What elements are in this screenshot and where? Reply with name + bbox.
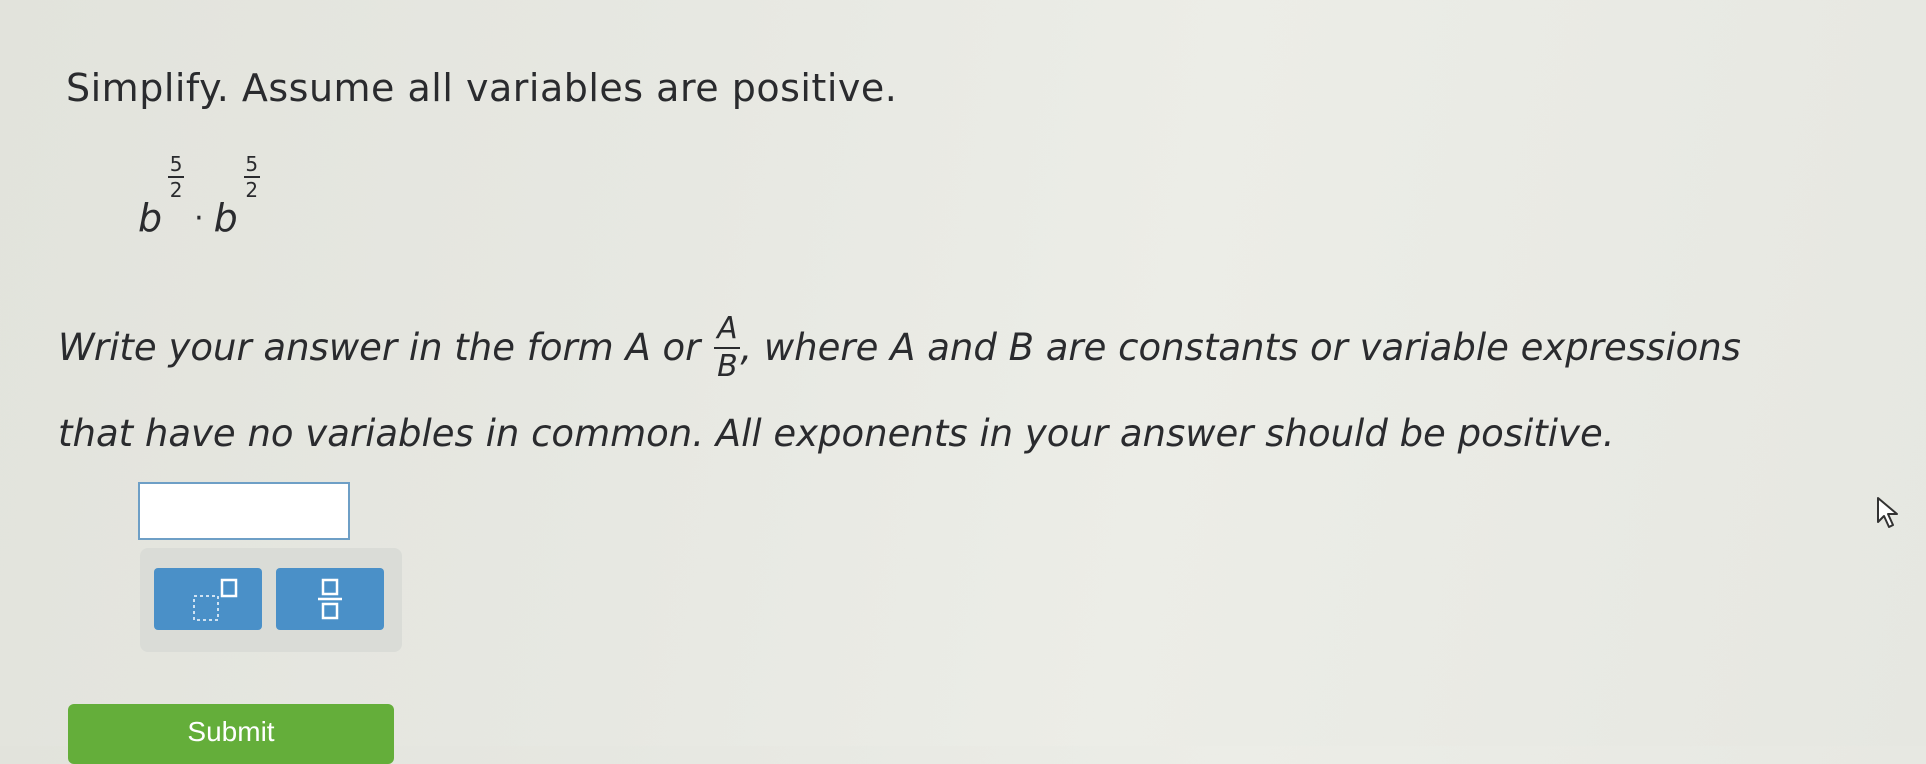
exponent-template-icon <box>193 578 238 621</box>
submit-button[interactable]: Submit <box>68 704 394 764</box>
instructions-text-before: Write your answer in the form A or <box>58 326 701 369</box>
answer-instructions: Write your answer in the form A or A B ,… <box>58 305 1878 477</box>
term-2-exponent: 5 2 <box>243 152 260 202</box>
instructions-text-after: , where A and B are constants or variabl… <box>740 326 1741 369</box>
term-1-exponent-numerator: 5 <box>169 152 183 176</box>
math-expression: b 5 2 · b 5 2 <box>138 150 260 240</box>
mouse-cursor-icon <box>1877 497 1898 528</box>
fraction-button[interactable] <box>276 568 384 630</box>
answer-instructions-line-2: that have no variables in common. All ex… <box>58 412 1615 455</box>
term-2-exponent-denominator: 2 <box>245 178 259 202</box>
expression-term-1: b 5 2 <box>138 144 185 240</box>
term-1-exponent-denominator: 2 <box>169 178 183 202</box>
answer-instructions-line-1: Write your answer in the form A or A B ,… <box>58 305 1878 391</box>
term-1-base: b <box>138 196 163 240</box>
form-fraction-numerator: A <box>717 311 738 346</box>
fraction-template-icon <box>318 578 342 620</box>
question-prompt: Simplify. Assume all variables are posit… <box>66 66 898 110</box>
term-2-exponent-numerator: 5 <box>245 152 259 176</box>
answer-input[interactable] <box>138 482 350 540</box>
multiplication-dot: · <box>194 201 204 236</box>
exponent-button[interactable] <box>154 568 262 630</box>
term-1-exponent: 5 2 <box>168 152 185 202</box>
expression-term-2: b 5 2 <box>214 144 260 240</box>
form-fraction-denominator: B <box>717 349 738 384</box>
form-fraction: A B <box>714 311 741 384</box>
math-tools-palette <box>140 548 402 652</box>
term-2-base: b <box>213 196 238 240</box>
